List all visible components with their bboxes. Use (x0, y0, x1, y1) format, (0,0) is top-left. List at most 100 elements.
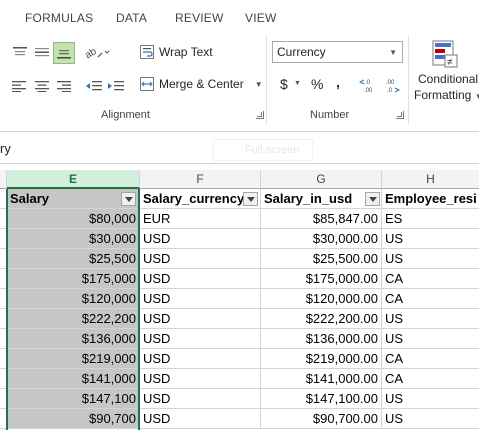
conditional-formatting-button[interactable]: ≠ (430, 39, 460, 69)
tab-data[interactable]: DATA (116, 11, 147, 25)
cell-employee-residence[interactable]: CA (382, 369, 479, 389)
cell[interactable] (0, 229, 7, 249)
cell-salary-currency[interactable]: USD (140, 249, 261, 269)
cell-employee-residence[interactable]: US (382, 409, 479, 429)
cell-salary[interactable]: $25,500 (7, 249, 140, 269)
cell[interactable] (0, 409, 7, 429)
align-right-icon (57, 81, 71, 92)
column-header-g[interactable]: G (261, 170, 382, 189)
cell-employee-residence[interactable]: CA (382, 289, 479, 309)
cell-salary-in-usd[interactable]: $85,847.00 (261, 209, 382, 229)
header-cell-salary-in-usd[interactable]: Salary_in_usd (261, 189, 382, 209)
cell[interactable] (0, 309, 7, 329)
cell-employee-residence[interactable]: US (382, 249, 479, 269)
cell-salary-currency[interactable]: USD (140, 389, 261, 409)
decrease-indent-button[interactable] (84, 76, 104, 96)
cell-salary[interactable]: $141,000 (7, 369, 140, 389)
cell-salary-in-usd[interactable]: $136,000.00 (261, 329, 382, 349)
column-header-e[interactable]: E (7, 170, 140, 189)
cell-salary-currency[interactable]: USD (140, 349, 261, 369)
wrap-text-button[interactable]: Wrap Text (140, 45, 213, 59)
cell-salary-in-usd[interactable]: $175,000.00 (261, 269, 382, 289)
cell-salary-in-usd[interactable]: $90,700.00 (261, 409, 382, 429)
cell[interactable] (0, 349, 7, 369)
cell-employee-residence[interactable]: US (382, 309, 479, 329)
cell[interactable] (0, 329, 7, 349)
cell-salary-currency[interactable]: USD (140, 309, 261, 329)
cell[interactable] (0, 269, 7, 289)
align-top-button[interactable] (9, 42, 31, 62)
cell[interactable] (0, 189, 7, 209)
cell-salary-in-usd[interactable]: $25,500.00 (261, 249, 382, 269)
cell-employee-residence[interactable]: CA (382, 349, 479, 369)
dialog-launcher-icon[interactable] (396, 111, 404, 119)
cell-employee-residence[interactable]: ES (382, 209, 479, 229)
tab-review[interactable]: REVIEW (175, 11, 224, 25)
percent-style-button[interactable]: % (311, 76, 323, 92)
cell-salary-currency[interactable]: USD (140, 289, 261, 309)
align-left-button[interactable] (9, 76, 29, 96)
cell-salary[interactable]: $80,000 (7, 209, 140, 229)
cell[interactable] (0, 389, 7, 409)
cell-salary[interactable]: $90,700 (7, 409, 140, 429)
align-middle-button[interactable] (32, 42, 52, 62)
cell-salary[interactable]: $222,200 (7, 309, 140, 329)
tab-formulas[interactable]: FORMULAS (25, 11, 93, 25)
tab-view[interactable]: VIEW (245, 11, 276, 25)
cell-salary-in-usd[interactable]: $141,000.00 (261, 369, 382, 389)
cell-salary[interactable]: $219,000 (7, 349, 140, 369)
dialog-launcher-icon[interactable] (256, 111, 264, 119)
cell-salary[interactable]: $175,000 (7, 269, 140, 289)
cell-salary-in-usd[interactable]: $222,200.00 (261, 309, 382, 329)
cell[interactable] (0, 289, 7, 309)
column-header-h[interactable]: H (382, 170, 479, 189)
cell-employee-residence[interactable]: US (382, 329, 479, 349)
cell[interactable] (0, 369, 7, 389)
align-bottom-button[interactable] (53, 42, 75, 64)
cell-salary[interactable]: $136,000 (7, 329, 140, 349)
filter-dropdown-icon[interactable] (243, 192, 258, 206)
cell-salary-currency[interactable]: USD (140, 329, 261, 349)
cell-salary-in-usd[interactable]: $219,000.00 (261, 349, 382, 369)
cell-salary-in-usd[interactable]: $30,000.00 (261, 229, 382, 249)
increase-decimal-button[interactable]: .0.00 (358, 76, 378, 94)
cell-salary-currency[interactable]: USD (140, 409, 261, 429)
cell-salary[interactable]: $120,000 (7, 289, 140, 309)
cell-employee-residence[interactable]: US (382, 389, 479, 409)
header-cell-employee-residence[interactable]: Employee_resi (382, 189, 479, 209)
cell-salary-currency[interactable]: USD (140, 229, 261, 249)
table-row: $222,200 USD $222,200.00 US (0, 309, 479, 329)
chevron-down-icon[interactable]: ▼ (294, 80, 301, 87)
cell[interactable] (0, 249, 7, 269)
align-center-button[interactable] (32, 76, 52, 96)
align-right-button[interactable] (54, 76, 74, 96)
filter-dropdown-icon[interactable] (121, 192, 136, 206)
cell-salary-currency[interactable]: USD (140, 369, 261, 389)
table-row: $120,000 USD $120,000.00 CA (0, 289, 479, 309)
cell-salary-currency[interactable]: USD (140, 269, 261, 289)
chevron-down-icon[interactable]: ▼ (255, 80, 263, 89)
cell-employee-residence[interactable]: CA (382, 269, 479, 289)
cell-salary-currency[interactable]: EUR (140, 209, 261, 229)
merge-center-button[interactable]: Merge & Center ▼ (140, 77, 263, 91)
decrease-decimal-button[interactable]: .00.0 (383, 76, 403, 94)
cell-salary[interactable]: $147,100 (7, 389, 140, 409)
orientation-button[interactable]: ab (84, 42, 112, 62)
increase-indent-button[interactable] (106, 76, 126, 96)
wrap-text-label: Wrap Text (159, 45, 213, 59)
cell-salary[interactable]: $30,000 (7, 229, 140, 249)
cell-salary-in-usd[interactable]: $147,100.00 (261, 389, 382, 409)
header-cell-salary-currency[interactable]: Salary_currency (140, 189, 261, 209)
cell-salary-in-usd[interactable]: $120,000.00 (261, 289, 382, 309)
table-row: $175,000 USD $175,000.00 CA (0, 269, 479, 289)
filter-dropdown-icon[interactable] (365, 192, 380, 206)
header-cell-salary[interactable]: Salary (7, 189, 140, 209)
cell[interactable] (0, 209, 7, 229)
cell-employee-residence[interactable]: US (382, 229, 479, 249)
accounting-format-button[interactable]: $ (280, 76, 288, 92)
number-format-dropdown[interactable]: Currency ▼ (272, 41, 403, 63)
worksheet-grid[interactable]: E F G H Salary Salary_currency Salary_in… (0, 170, 479, 430)
increase-indent-icon (108, 81, 124, 91)
column-header-f[interactable]: F (140, 170, 261, 189)
comma-style-button[interactable]: , (336, 74, 340, 90)
